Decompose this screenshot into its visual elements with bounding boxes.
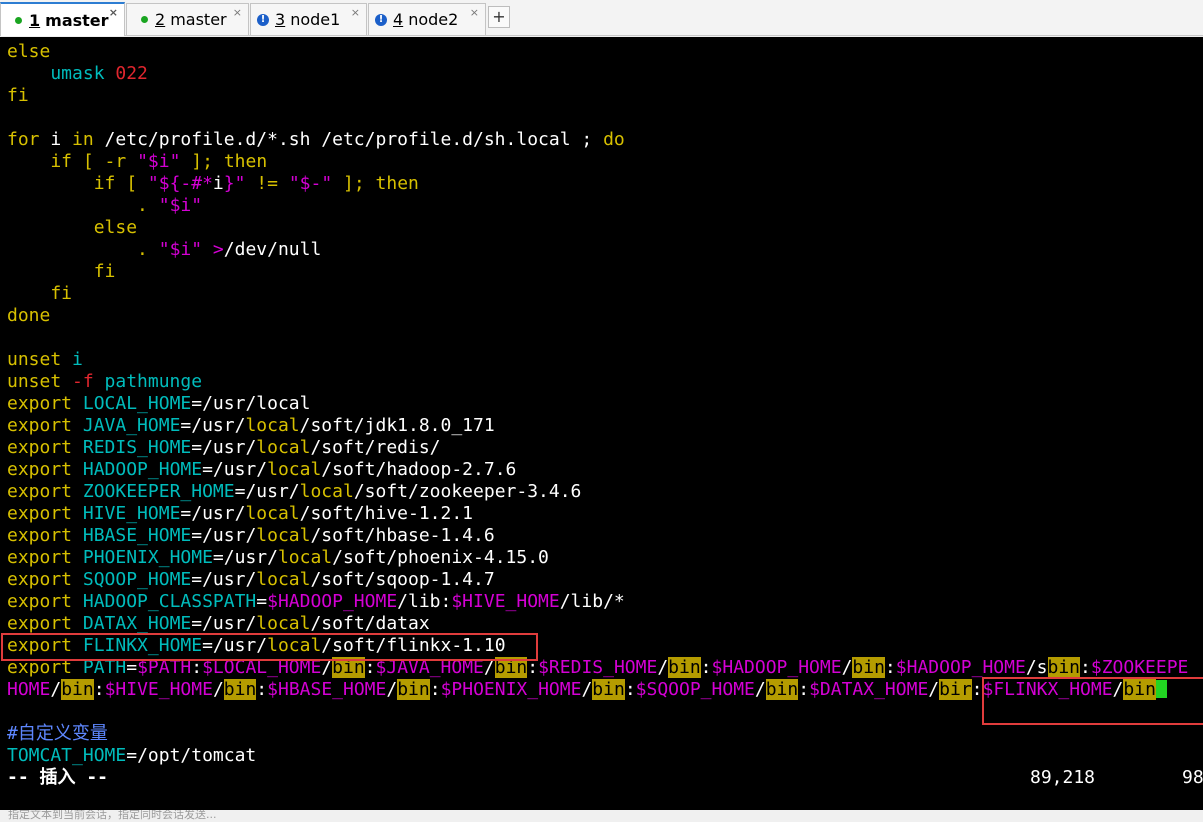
tab-label: master	[45, 10, 109, 30]
tab-4-node2[interactable]: ! 4 node2 ×	[368, 3, 486, 35]
code-line: umask 022	[7, 63, 148, 84]
tab-number: 1	[29, 10, 41, 30]
terminal-vim-editor[interactable]: else umask 022 fi for i in /etc/profile.…	[0, 37, 1203, 810]
annotation-box-flinkx-path	[982, 677, 1203, 725]
export-line: export LOCAL_HOME=/usr/local	[7, 393, 311, 414]
tab-number: 4	[393, 10, 404, 29]
annotation-box-flinkx-export	[1, 633, 538, 661]
code-line: else	[7, 41, 51, 62]
export-line: export SQOOP_HOME=/usr/local/soft/sqoop-…	[7, 569, 495, 590]
close-tab-icon[interactable]: ×	[233, 6, 242, 19]
bottom-hint-bar: 指定文本到当前会话，指定同时会话发送...	[0, 810, 1203, 822]
disconnected-warning-icon: !	[375, 13, 387, 26]
disconnected-warning-icon: !	[257, 13, 269, 26]
code-line: fi	[7, 261, 116, 282]
code-line: unset -f pathmunge	[7, 371, 203, 392]
tab-number: 2	[155, 10, 166, 29]
close-tab-icon[interactable]: ×	[109, 6, 118, 19]
export-line: export ZOOKEEPER_HOME=/usr/local/soft/zo…	[7, 481, 582, 502]
tab-label: master	[170, 10, 227, 29]
export-line: export PHOENIX_HOME=/usr/local/soft/phoe…	[7, 547, 549, 568]
comment-line: #自定义变量	[7, 723, 108, 744]
tab-3-node1[interactable]: ! 3 node1 ×	[250, 3, 367, 35]
code-line: fi	[7, 283, 73, 304]
vim-mode-indicator: -- 插入 --	[7, 767, 109, 788]
code-line: if [ "${-#*i}" != "$-" ]; then	[7, 173, 419, 194]
scroll-percent: 98	[1182, 767, 1203, 788]
tab-label: node2	[408, 10, 459, 29]
tab-2-master[interactable]: 2 master ×	[126, 3, 249, 35]
export-line: export DATAX_HOME=/usr/local/soft/datax	[7, 613, 430, 634]
session-tab-bar: 1 master × 2 master × ! 3 node1 × ! 4 no…	[0, 0, 1203, 36]
code-line: . "$i" >/dev/null	[7, 239, 322, 260]
new-tab-button[interactable]: +	[488, 6, 510, 28]
code-line: . "$i"	[7, 195, 203, 216]
bottom-hint-text: 指定文本到当前会话，指定同时会话发送...	[8, 810, 217, 821]
code-line: TOMCAT_HOME=/opt/tomcat	[7, 745, 257, 766]
connected-status-icon	[141, 16, 148, 23]
close-tab-icon[interactable]: ×	[470, 6, 479, 19]
export-line: export HADOOP_CLASSPATH=$HADOOP_HOME/lib…	[7, 591, 625, 612]
cursor-position: 89,218	[1030, 767, 1096, 788]
code-line: if [ -r "$i" ]; then	[7, 151, 268, 172]
tab-number: 3	[275, 10, 286, 29]
export-line: export REDIS_HOME=/usr/local/soft/redis/	[7, 437, 441, 458]
export-line: export JAVA_HOME=/usr/local/soft/jdk1.8.…	[7, 415, 495, 436]
code-line: done	[7, 305, 51, 326]
tab-label: node1	[290, 10, 341, 29]
connected-status-icon	[15, 16, 22, 24]
code-line: else	[7, 217, 138, 238]
code-line: unset i	[7, 349, 83, 370]
code-line: for i in /etc/profile.d/*.sh /etc/profil…	[7, 129, 625, 150]
export-line: export HBASE_HOME=/usr/local/soft/hbase-…	[7, 525, 495, 546]
tab-1-master[interactable]: 1 master ×	[0, 2, 125, 36]
export-line: export HIVE_HOME=/usr/local/soft/hive-1.…	[7, 503, 474, 524]
code-line: fi	[7, 85, 29, 106]
export-line: export HADOOP_HOME=/usr/local/soft/hadoo…	[7, 459, 517, 480]
close-tab-icon[interactable]: ×	[351, 6, 360, 19]
